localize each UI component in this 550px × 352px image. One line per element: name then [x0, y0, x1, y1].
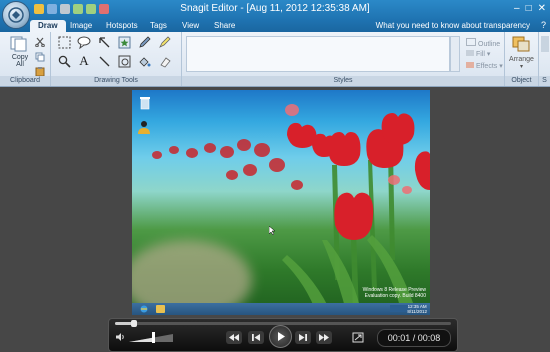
object-group: Arrange ▾ Object: [505, 32, 539, 86]
pen-tool-icon[interactable]: [137, 35, 151, 49]
ie-icon[interactable]: [140, 305, 148, 313]
clipboard-group: Copy All Clipboard: [0, 32, 51, 86]
styles-group: Outline ▾ Fill ▾ Effects ▾ Styles: [182, 32, 505, 86]
fast-forward-icon: [319, 334, 329, 341]
next-group-icon[interactable]: [541, 36, 549, 52]
copy-icon[interactable]: [33, 50, 47, 64]
stamp-tool-icon[interactable]: [117, 35, 131, 49]
outline-icon: [466, 38, 476, 46]
text-tool-icon[interactable]: A: [77, 53, 91, 68]
help-icon[interactable]: ?: [541, 20, 546, 30]
arrow-tool-icon[interactable]: [97, 35, 111, 49]
desktop-taskbar: 12:35 AM 8/11/2012: [132, 303, 430, 315]
effects-icon: [466, 62, 474, 68]
arrange-icon[interactable]: [512, 36, 530, 52]
title-bar: Snagit Editor - [Aug 11, 2012 12:35:38 A…: [0, 0, 550, 20]
evaluation-watermark: Windows 8 Release Preview Evaluation cop…: [362, 287, 426, 299]
clipboard-group-label: Clipboard: [0, 76, 50, 86]
tulip-field-image: [152, 104, 430, 315]
maximize-button[interactable]: □: [526, 3, 532, 14]
volume-thumb[interactable]: [152, 332, 156, 343]
highlighter-tool-icon[interactable]: [157, 35, 171, 49]
eraser-tool-icon[interactable]: [157, 54, 171, 68]
canvas-area[interactable]: Windows 8 Release Preview Evaluation cop…: [0, 87, 550, 352]
drawing-tools-group-label: Drawing Tools: [51, 76, 181, 86]
recycle-bin-icon[interactable]: [140, 96, 150, 110]
fill-tool-icon[interactable]: [137, 54, 151, 68]
tab-view[interactable]: View: [182, 21, 199, 30]
captured-video-frame[interactable]: Windows 8 Release Preview Evaluation cop…: [132, 90, 430, 315]
drawing-tools-group: A Drawing Tools: [51, 32, 182, 86]
shape-tool-icon[interactable]: [117, 54, 131, 68]
fill-button[interactable]: Fill ▾: [466, 50, 490, 58]
rewind-button[interactable]: [226, 331, 242, 344]
tray-icons: [390, 305, 408, 312]
object-group-label: Object: [505, 76, 538, 86]
next-frame-icon: [299, 334, 307, 341]
next-frame-button[interactable]: [295, 331, 311, 344]
previous-frame-icon: [252, 334, 260, 341]
save-frame-button[interactable]: [351, 331, 365, 344]
tab-hotspots[interactable]: Hotspots: [106, 21, 138, 30]
selection-tool-icon[interactable]: [57, 35, 71, 49]
tab-tags[interactable]: Tags: [150, 21, 167, 30]
media-player-controls: 00:01 / 00:08: [108, 318, 458, 352]
taskbar-clock[interactable]: 12:35 AM 8/11/2012: [407, 304, 427, 314]
volume-slider[interactable]: [129, 332, 173, 343]
play-button[interactable]: [269, 325, 292, 348]
seek-thumb[interactable]: [130, 320, 137, 327]
gallery-scroll[interactable]: [450, 36, 460, 72]
arrange-button[interactable]: Arrange ▾: [505, 56, 538, 70]
cut-icon[interactable]: [33, 35, 47, 49]
effects-button[interactable]: Effects ▾: [466, 62, 503, 70]
save-frame-icon: [352, 332, 364, 343]
help-link[interactable]: What you need to know about transparency: [376, 21, 530, 30]
copy-all-icon[interactable]: [9, 36, 29, 52]
styles-group-label: Styles: [182, 76, 504, 86]
next-group-label: S: [539, 76, 550, 86]
tab-draw[interactable]: Draw: [30, 20, 66, 32]
previous-frame-button[interactable]: [248, 331, 264, 344]
ribbon: Copy All Clipboard A Drawing Tools Outli…: [0, 32, 550, 87]
fill-icon: [466, 50, 474, 56]
copy-all-button[interactable]: Copy All: [6, 54, 34, 68]
quick-styles-gallery[interactable]: [186, 36, 450, 72]
file-explorer-icon[interactable]: [156, 305, 165, 313]
minimize-button[interactable]: –: [514, 3, 520, 14]
rewind-icon: [229, 334, 239, 341]
ribbon-tabs: Draw Image Hotspots Tags View Share What…: [0, 20, 550, 32]
user-desktop-icon[interactable]: [137, 120, 151, 134]
window-title: Snagit Editor - [Aug 11, 2012 12:35:38 A…: [180, 3, 370, 14]
tab-image[interactable]: Image: [70, 21, 92, 30]
play-icon: [277, 332, 285, 341]
mouse-pointer-icon: [268, 225, 276, 237]
magnifier-tool-icon[interactable]: [57, 54, 71, 68]
close-button[interactable]: ✕: [538, 3, 546, 14]
fast-forward-button[interactable]: [316, 331, 332, 344]
volume-icon[interactable]: [115, 332, 126, 344]
tab-share[interactable]: Share: [214, 21, 235, 30]
snagit-logo-icon: [8, 7, 24, 23]
window-controls: – □ ✕: [514, 3, 546, 14]
next-group: S: [539, 32, 550, 86]
time-display: 00:01 / 00:08: [377, 329, 451, 347]
snagit-menu-button[interactable]: [2, 1, 30, 29]
callout-tool-icon[interactable]: [77, 35, 91, 49]
line-tool-icon[interactable]: [97, 54, 111, 68]
seek-progress: [115, 322, 132, 325]
